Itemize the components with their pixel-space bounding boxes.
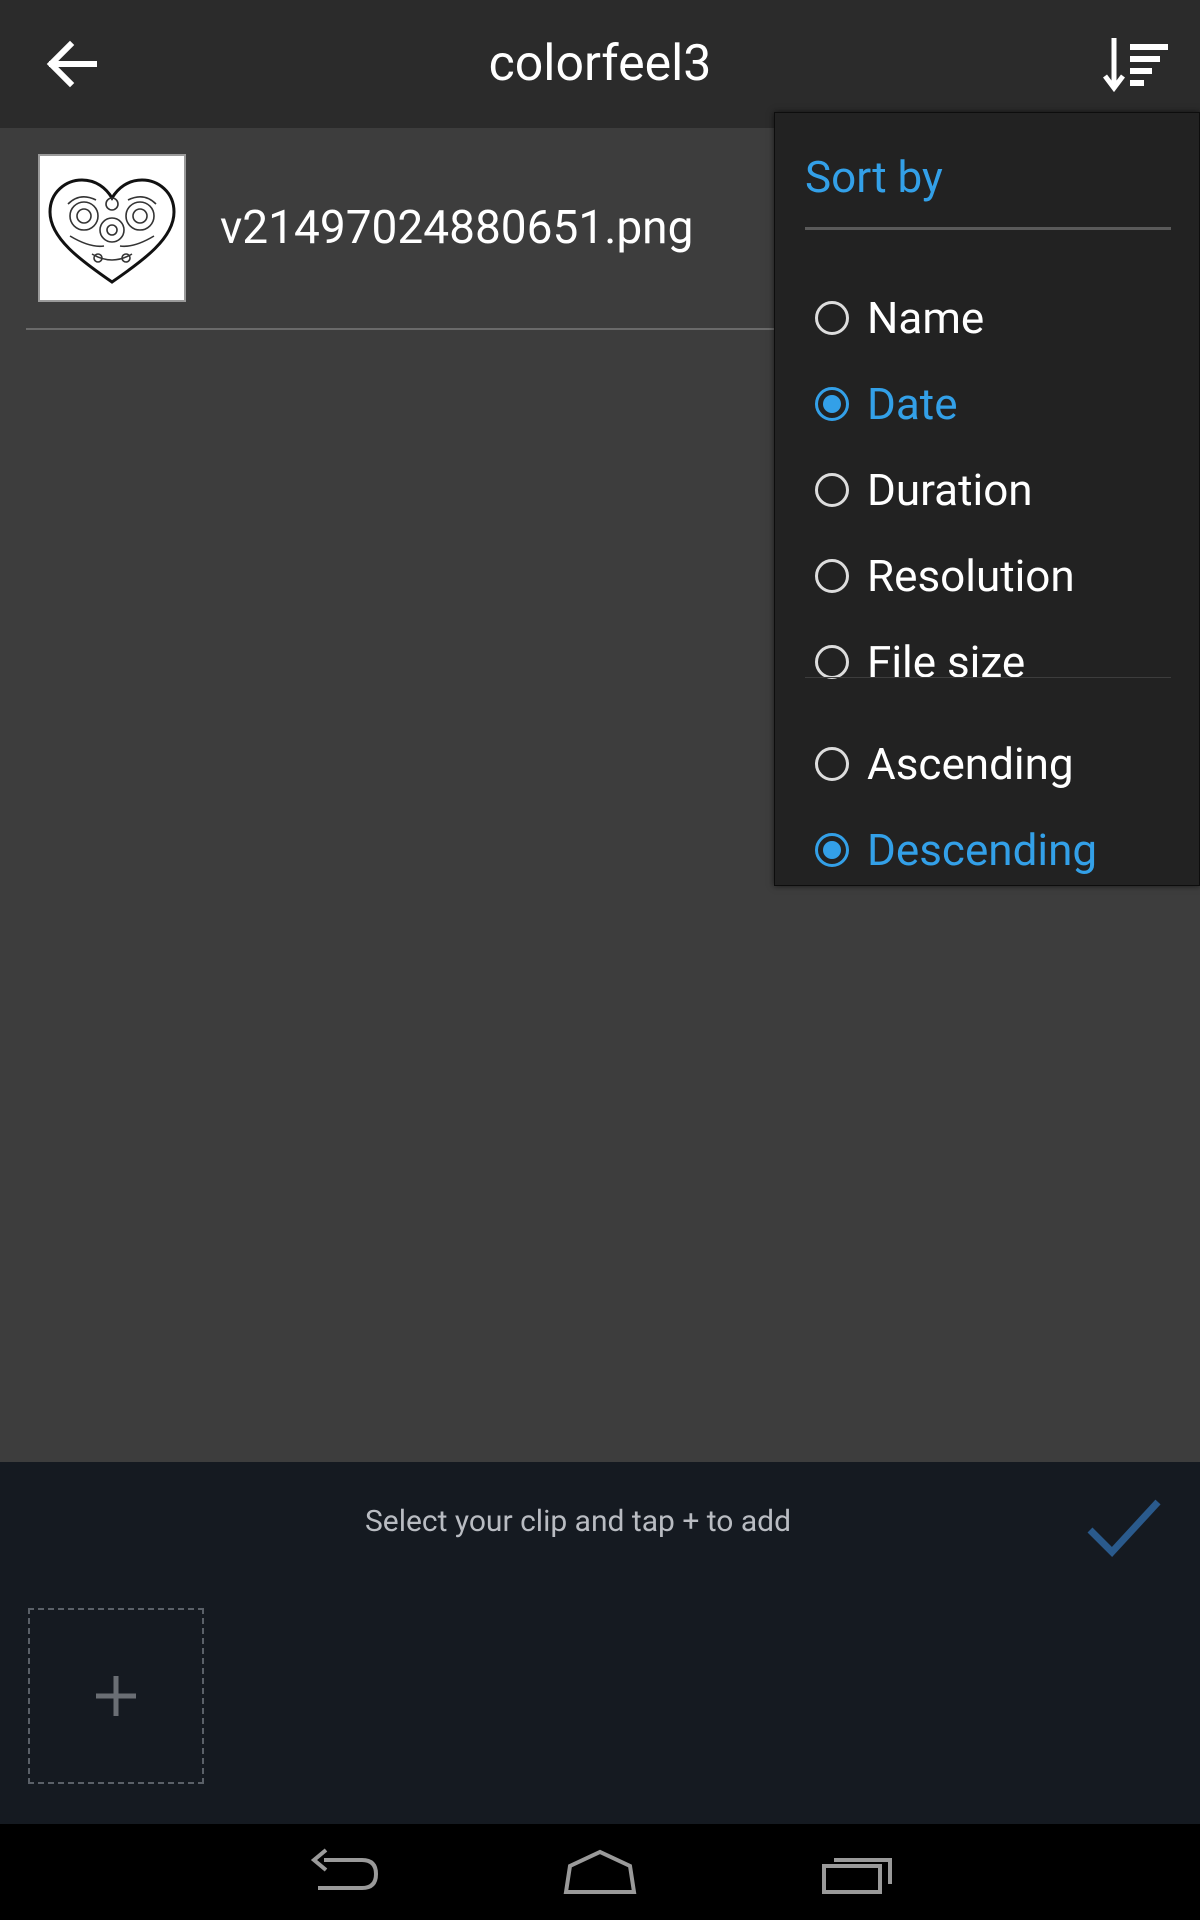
back-nav-icon — [310, 1848, 379, 1890]
heart-mandala-thumbnail — [38, 154, 186, 302]
sort-menu-header: Sort by — [805, 151, 943, 203]
done-button[interactable] — [1084, 1492, 1164, 1562]
sort-option-file-size[interactable]: File size — [815, 627, 1025, 697]
radio-unchecked-icon — [815, 645, 849, 679]
option-label: Duration — [867, 464, 1033, 516]
radio-unchecked-icon — [815, 473, 849, 507]
option-label: Name — [867, 292, 985, 344]
radio-unchecked-icon — [815, 301, 849, 335]
order-option-ascending[interactable]: Ascending — [815, 729, 1074, 799]
plus-icon — [96, 1676, 136, 1716]
sort-option-name[interactable]: Name — [815, 283, 984, 353]
add-clip-slot[interactable] — [28, 1608, 204, 1784]
nav-back-button[interactable] — [304, 1844, 384, 1900]
file-name: v21497024880651.png — [220, 201, 694, 255]
sort-option-duration[interactable]: Duration — [815, 455, 1033, 525]
radio-unchecked-icon — [815, 559, 849, 593]
sort-dropdown-menu: Sort by Name Date Duration Resolution Fi… — [774, 112, 1200, 886]
page-title: colorfeel3 — [488, 35, 712, 93]
checkmark-icon — [1087, 1499, 1161, 1558]
clip-selection-panel: Select your clip and tap + to add — [0, 1462, 1200, 1824]
sort-option-resolution[interactable]: Resolution — [815, 541, 1075, 611]
top-app-bar: colorfeel3 — [0, 0, 1200, 128]
order-option-descending[interactable]: Descending — [815, 815, 1097, 885]
radio-checked-icon — [815, 833, 849, 867]
radio-unchecked-icon — [815, 747, 849, 781]
nav-home-button[interactable] — [560, 1844, 640, 1900]
home-icon — [563, 1849, 637, 1894]
option-label: Ascending — [867, 738, 1074, 790]
nav-recents-button[interactable] — [818, 1844, 898, 1900]
sort-option-date[interactable]: Date — [815, 369, 958, 439]
recents-icon — [822, 1858, 892, 1894]
option-label: Descending — [867, 824, 1098, 876]
radio-checked-icon — [815, 387, 849, 421]
option-label: Resolution — [867, 550, 1075, 602]
instruction-text: Select your clip and tap + to add — [364, 1504, 792, 1539]
sort-icon — [1103, 38, 1168, 93]
option-label: Date — [867, 378, 958, 430]
divider — [805, 677, 1171, 678]
sort-button[interactable] — [1100, 28, 1180, 100]
divider — [805, 227, 1171, 230]
system-navigation-bar — [0, 1824, 1200, 1920]
option-label: File size — [867, 636, 1026, 688]
